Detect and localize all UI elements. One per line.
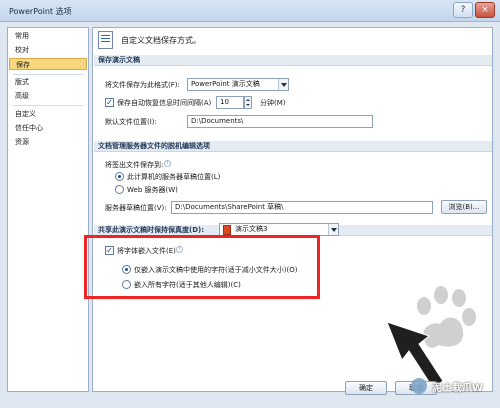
default-location-input[interactable]: D:\Documents\ <box>187 115 373 128</box>
help-button[interactable]: ? <box>453 2 473 18</box>
sidebar-item-proofing[interactable]: 校对 <box>9 44 87 56</box>
drafts-location-input[interactable]: D:\Documents\SharePoint 草稿\ <box>171 201 433 214</box>
autorecover-minutes-input[interactable]: 10 <box>216 96 244 109</box>
sidebar-item-layout[interactable]: 版式 <box>9 76 87 88</box>
sidebar-item-general[interactable]: 常用 <box>9 30 87 42</box>
annotation-highlight-box <box>84 235 320 299</box>
window-title: PowerPoint 选项 <box>9 7 72 16</box>
autorecover-label: 保存自动恢复信息时间间隔(A) <box>117 99 212 107</box>
sidebar-item-resources[interactable]: 资源 <box>9 136 87 148</box>
close-button[interactable]: × <box>475 2 495 18</box>
checkout-web-label: Web 服务器(W) <box>127 186 178 194</box>
autorecover-checkbox[interactable]: ✓ <box>105 98 114 107</box>
section-description: 自定义文档保存方式。 <box>121 36 201 45</box>
sidebar-item-advanced[interactable]: 高级 <box>9 90 87 102</box>
help-icon: ? <box>460 5 466 15</box>
sidebar-item-save[interactable]: 保存 <box>9 58 87 70</box>
browse-button[interactable]: 浏览(B)... <box>441 200 487 214</box>
checkout-local-radio[interactable] <box>115 172 124 181</box>
default-location-label: 默认文件位置(I): <box>105 118 157 126</box>
save-format-select[interactable]: PowerPoint 演示文稿 <box>187 78 289 91</box>
sidebar-divider <box>13 105 83 106</box>
checkout-location-label: 将签出文件保存到: <box>105 161 164 169</box>
autorecover-unit: 分钟(M) <box>260 99 286 107</box>
sidebar-item-customize[interactable]: 自定义 <box>9 108 87 120</box>
drafts-location-label: 服务器草稿位置(V): <box>105 204 167 212</box>
autorecover-spinner[interactable] <box>244 96 252 109</box>
document-save-icon <box>98 31 113 49</box>
checkout-local-label: 此计算机的服务器草稿位置(L) <box>127 173 221 181</box>
powerpoint-file-icon <box>223 225 231 235</box>
save-format-label: 将文件保存为此格式(F): <box>105 81 180 89</box>
ok-button[interactable]: 确定 <box>345 381 387 395</box>
checkout-web-radio[interactable] <box>115 185 124 194</box>
sidebar-item-trust-center[interactable]: 信任中心 <box>9 122 87 134</box>
title-bar: PowerPoint 选项 ? × <box>0 0 500 22</box>
fidelity-document-value: 演示文稿3 <box>235 225 268 233</box>
chevron-down-icon <box>328 224 338 235</box>
save-format-value: PowerPoint 演示文稿 <box>191 80 260 88</box>
close-icon: × <box>481 5 489 15</box>
server-section-header: 文档管理服务器文件的脱机编辑选项 <box>94 141 492 152</box>
wechat-watermark-icon <box>411 378 427 394</box>
save-section-header: 保存演示文稿 <box>94 55 492 66</box>
options-sidebar: 常用 校对 保存 版式 高级 自定义 信任中心 资源 <box>7 27 89 392</box>
account-watermark: 泥土栽爪W <box>432 383 484 394</box>
chevron-down-icon <box>278 79 288 90</box>
sidebar-divider <box>13 74 83 75</box>
info-icon: i <box>164 160 171 167</box>
